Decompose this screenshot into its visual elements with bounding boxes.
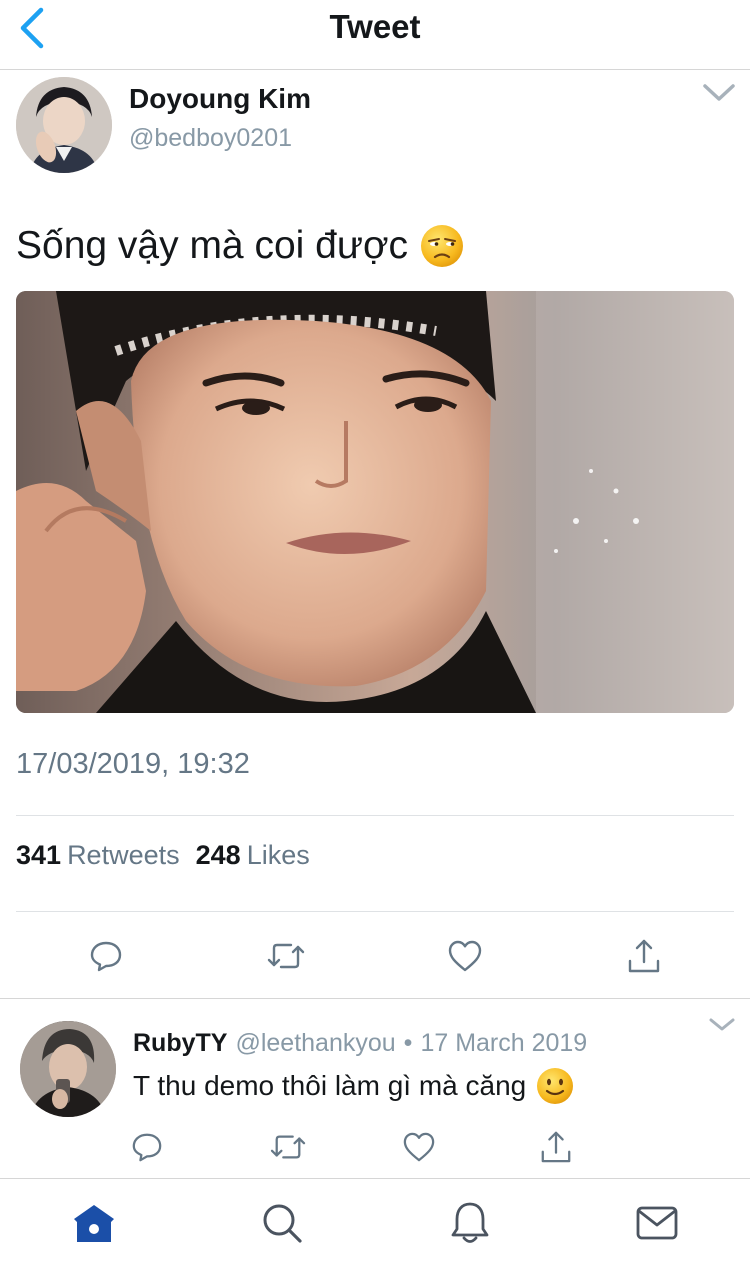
tab-search[interactable] — [258, 1199, 306, 1247]
likes-count: 248 — [195, 840, 241, 870]
retweets-count: 341 — [16, 840, 62, 870]
reply-button[interactable] — [84, 934, 128, 978]
retweet-button[interactable] — [264, 934, 308, 978]
avatar-image — [20, 1021, 116, 1117]
retweets-label: Retweets — [67, 840, 180, 870]
reply-text-content: T thu demo thôi làm gì mà căng — [133, 1070, 527, 1101]
retweets-stat[interactable]: 341 Retweets — [16, 840, 180, 871]
tweet-text: Sống vậy mà coi được — [16, 224, 464, 268]
retweet-icon — [270, 1135, 306, 1159]
share-icon — [628, 939, 660, 973]
retweet-icon — [267, 943, 305, 969]
reply-retweet-button[interactable] — [266, 1125, 310, 1169]
bottom-tab-bar — [0, 1178, 750, 1276]
reply-author-name[interactable]: RubyTY — [133, 1029, 227, 1058]
page-title: Tweet — [329, 8, 421, 45]
author-handle[interactable]: @bedboy0201 — [129, 124, 292, 153]
tweet-stats: 341 Retweets 248 Likes — [16, 840, 310, 871]
tweet-options-button[interactable] — [701, 80, 737, 106]
share-icon — [541, 1131, 571, 1163]
like-icon — [403, 1132, 435, 1162]
avatar-image — [16, 77, 112, 173]
tab-home[interactable] — [70, 1199, 118, 1247]
chevron-down-icon — [703, 84, 735, 101]
reply-author-avatar[interactable] — [20, 1021, 116, 1117]
share-button[interactable] — [622, 934, 666, 978]
tweet-media-image[interactable] — [16, 291, 734, 713]
divider — [16, 911, 734, 912]
reply-reply-button[interactable] — [125, 1125, 169, 1169]
reply-icon — [90, 941, 122, 972]
reply-text: T thu demo thôi làm gì mà căng — [133, 1067, 574, 1105]
tweet-detail-screen: Tweet Doyoung Kim @bedboy0201 Sống vậy m… — [0, 0, 750, 1276]
author-name[interactable]: Doyoung Kim — [129, 83, 311, 115]
divider — [0, 998, 750, 999]
unamused-face-emoji — [421, 225, 464, 267]
reply-share-button[interactable] — [534, 1125, 578, 1169]
divider — [16, 815, 734, 816]
tab-notifications[interactable] — [446, 1199, 494, 1247]
notifications-icon — [451, 1202, 489, 1243]
reply-author-handle[interactable]: @leethankyou — [235, 1029, 395, 1058]
likes-stat[interactable]: 248 Likes — [196, 840, 310, 871]
top-navigation-bar: Tweet — [0, 0, 750, 70]
tweet-timestamp: 17/03/2019, 19:32 — [16, 748, 250, 780]
tab-messages[interactable] — [633, 1199, 681, 1247]
chevron-down-icon — [709, 1018, 735, 1031]
reply-options-button[interactable] — [707, 1015, 737, 1037]
likes-label: Likes — [246, 840, 310, 870]
home-icon — [74, 1205, 114, 1242]
like-button[interactable] — [443, 934, 487, 978]
reply-icon — [132, 1133, 162, 1162]
photo-illustration — [16, 291, 734, 713]
slightly-smiling-face-emoji — [537, 1068, 574, 1104]
tweet-text-content: Sống vậy mà coi được — [16, 224, 409, 267]
author-avatar[interactable] — [16, 77, 112, 173]
reply-header: RubyTY @leethankyou • 17 March 2019 — [133, 1029, 587, 1058]
reply-separator: • — [403, 1029, 413, 1057]
reply-like-button[interactable] — [397, 1125, 441, 1169]
like-icon — [448, 940, 482, 972]
messages-icon — [636, 1206, 678, 1240]
search-icon — [263, 1204, 302, 1243]
reply-date: 17 March 2019 — [420, 1029, 588, 1057]
